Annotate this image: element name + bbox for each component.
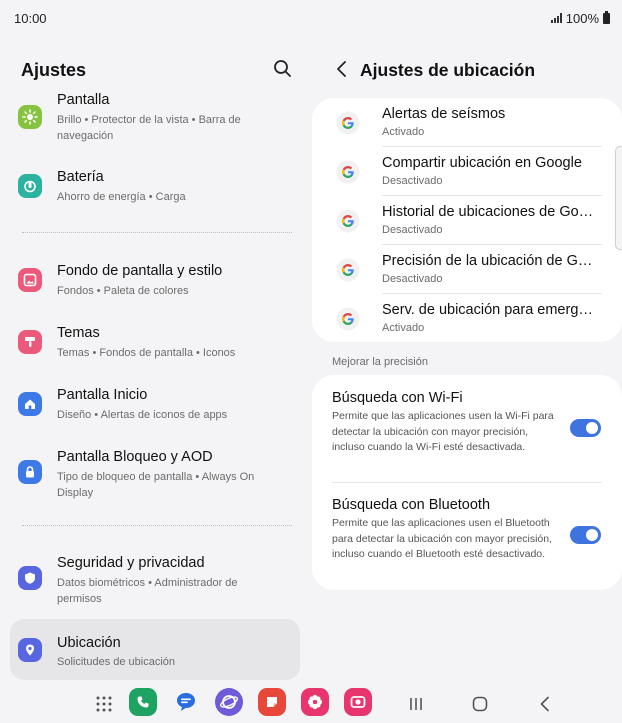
settings-item-subtitle: Ahorro de energía • Carga [57,191,186,203]
settings-item-subtitle: Diseño • Alertas de iconos de apps [57,409,228,421]
notes-icon[interactable] [258,688,286,716]
bluetooth-scanning-row[interactable]: Búsqueda con Bluetooth Permite que las a… [312,483,622,590]
section-divider [22,232,292,233]
internet-icon[interactable] [215,688,243,716]
navigation-bar [0,686,622,723]
settings-item-title: Seguridad y privacidad [57,555,205,571]
settings-item-subtitle: Fondos • Paleta de colores [57,285,189,297]
settings-item-bateria[interactable]: Batería Ahorro de energía • Carga [10,160,300,214]
settings-item-subtitle: Solicitudes de ubicación [57,656,176,668]
settings-item-subtitle: Tipo de bloqueo de pantalla • Always On … [57,471,255,499]
brush-icon [18,330,42,354]
settings-item-title: Temas [57,325,100,341]
scroll-handle[interactable] [615,146,622,250]
bluetooth-scanning-toggle[interactable] [570,526,601,544]
home-button-icon[interactable] [470,694,490,719]
settings-item-pantalla-bloqueo[interactable]: Pantalla Bloqueo y AOD Tipo de bloqueo d… [10,440,300,504]
settings-list-pane: Ajustes Pantalla Brillo • Protector de l… [0,36,310,686]
page-title: Ajustes [21,60,87,80]
toggle-description: Permite que las aplicaciones usen la Wi-… [332,410,554,453]
location-settings-pane: Ajustes de ubicación Alertas de seísmos … [310,36,622,686]
settings-item-temas[interactable]: Temas Temas • Fondos de pantalla • Icono… [10,316,300,368]
home-icon [18,392,42,416]
toggle-title: Búsqueda con Bluetooth [332,497,491,513]
settings-item-subtitle: Datos biométricos • Administrador de per… [57,577,238,605]
camera-icon[interactable] [344,688,372,716]
google-services-card: Alertas de seísmos Activado Compartir ub… [312,98,622,342]
toggle-knob [586,422,598,434]
battery-status-icon [603,10,610,24]
toggle-knob [586,529,598,541]
settings-item-title: Ubicación [57,635,121,651]
settings-item-title: Pantalla [57,92,110,108]
recent-apps-icon[interactable] [406,694,426,719]
search-icon[interactable] [270,56,296,82]
settings-item-title: Batería [57,169,104,185]
service-row-precision-de-ubicacion[interactable] [312,245,622,294]
sun-icon [18,105,42,129]
shield-icon [18,566,42,590]
settings-item-title: Pantalla Bloqueo y AOD [57,449,213,465]
status-time: 10:00 [14,10,47,26]
page-title: Ajustes de ubicación [360,60,536,80]
back-button-icon[interactable] [535,694,555,719]
settings-item-subtitle: Temas • Fondos de pantalla • Iconos [57,347,236,359]
settings-item-title: Pantalla Inicio [57,387,148,403]
accuracy-card: Búsqueda con Wi-Fi Permite que las aplic… [312,375,622,590]
apps-grid-icon[interactable] [94,694,114,719]
settings-item-fondo-de-pantalla[interactable]: Fondo de pantalla y estilo Fondos • Pale… [10,254,300,306]
battery-icon [18,174,42,198]
service-row-historial-de-ubicaciones[interactable] [312,196,622,245]
location-pin-icon [18,638,42,662]
gallery-icon[interactable] [301,688,329,716]
toggle-description: Permite que las aplicaciones usen el Blu… [332,517,553,560]
battery-level: 100% [565,10,599,26]
settings-item-pantalla-inicio[interactable]: Pantalla Inicio Diseño • Alertas de icon… [10,378,300,430]
wifi-scanning-toggle[interactable] [570,419,601,437]
lock-icon [18,460,42,484]
settings-item-title: Fondo de pantalla y estilo [57,263,223,279]
image-icon [18,268,42,292]
settings-item-subtitle: Brillo • Protector de la vista • Barra d… [57,114,241,142]
toggle-title: Búsqueda con Wi-Fi [332,390,463,406]
settings-item-seguridad[interactable]: Seguridad y privacidad Datos biométricos… [10,546,300,610]
settings-item-pantalla[interactable]: Pantalla Brillo • Protector de la vista … [10,90,300,148]
section-header: Mejorar la precisión [332,356,428,368]
service-row-compartir-ubicacion[interactable] [312,147,622,196]
section-divider [22,525,292,526]
settings-item-ubicacion[interactable]: Ubicación Solicitudes de ubicación [10,619,300,680]
status-bar: 10:00 100% [0,0,622,36]
messages-icon[interactable] [172,688,200,716]
back-arrow-icon[interactable] [330,56,354,82]
service-row-alertas-de-seismos[interactable] [312,98,622,147]
service-row-emergencias[interactable] [312,294,622,342]
wifi-scanning-row[interactable]: Búsqueda con Wi-Fi Permite que las aplic… [312,375,622,482]
signal-icon [550,13,562,23]
phone-icon[interactable] [129,688,157,716]
